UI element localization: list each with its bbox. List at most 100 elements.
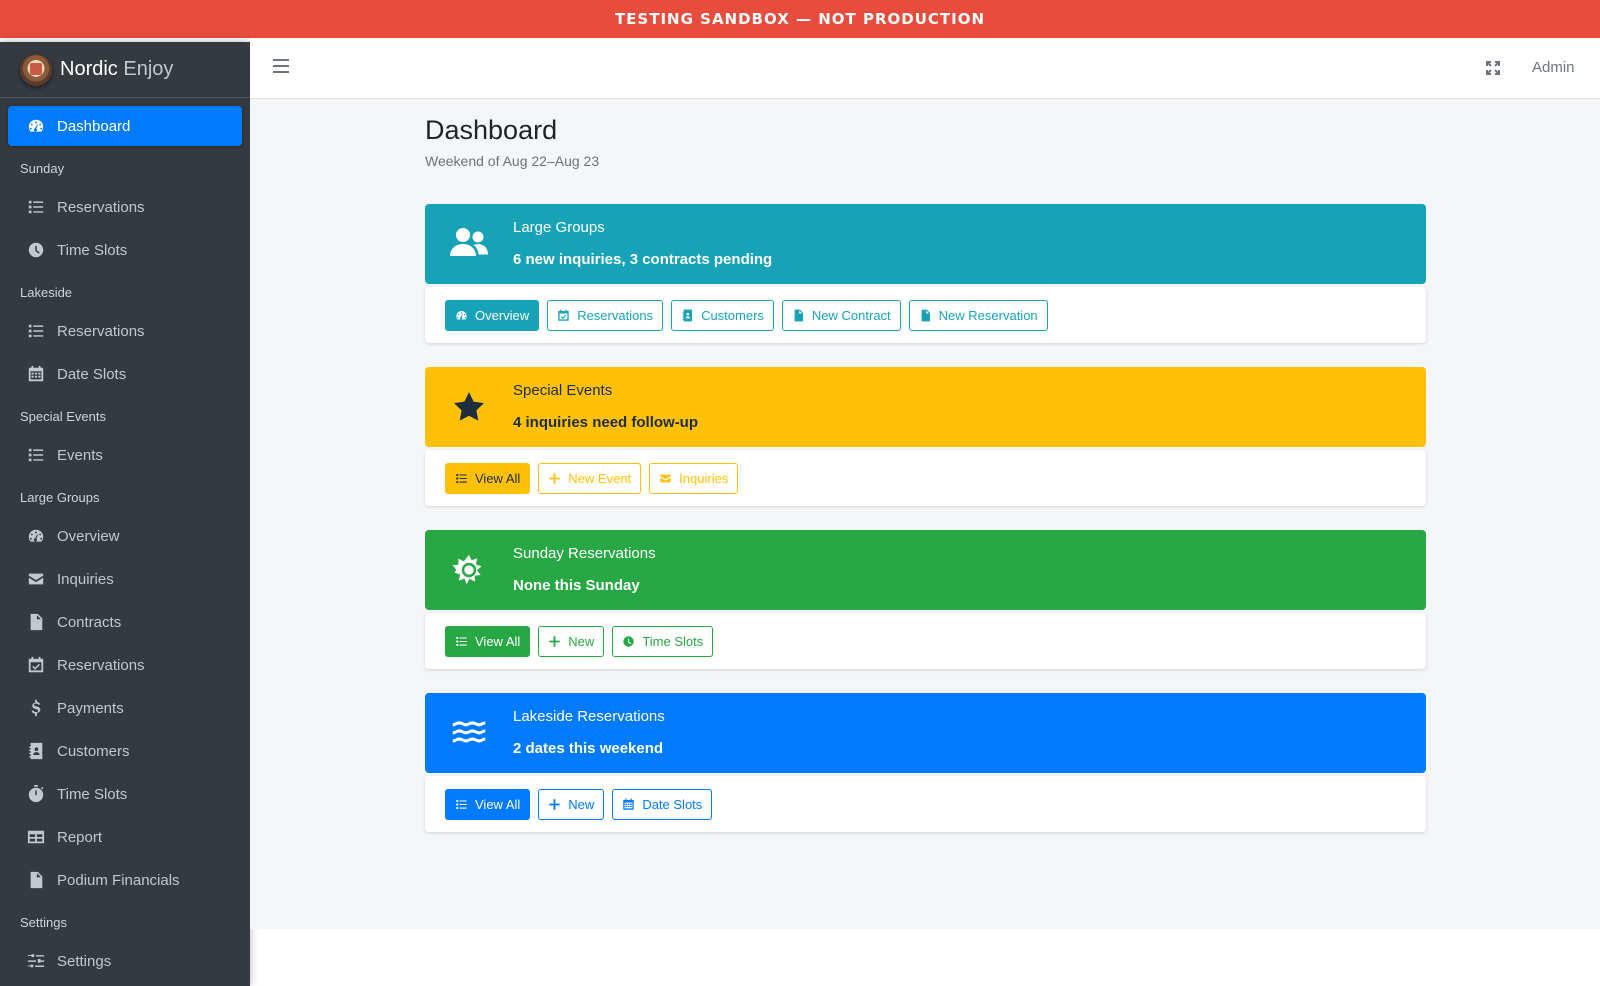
sidebar-item-sunday-time-slots[interactable]: Time Slots	[8, 230, 242, 270]
panel-title: Lakeside Reservations	[513, 708, 665, 725]
button-label: Reservations	[577, 307, 654, 323]
panel-header: Lakeside Reservations 2 dates this weeke…	[425, 693, 1426, 773]
panel-header: Special Events 4 inquiries need follow-u…	[425, 367, 1426, 447]
users-icon	[425, 224, 513, 264]
new-lakeside-button[interactable]: New	[538, 788, 605, 820]
special-events-panel: Special Events 4 inquiries need follow-u…	[425, 367, 1426, 506]
panel-actions: Overview Reservations Customers New Cont…	[425, 287, 1426, 343]
clock-icon	[26, 240, 46, 260]
plus-icon	[548, 635, 561, 648]
panel-actions: View All New Event Inquiries	[425, 450, 1426, 506]
sidebar-item-label: Inquiries	[57, 570, 114, 588]
brand-link[interactable]: Nordic Enjoy	[0, 42, 250, 98]
sidebar-item-reservations[interactable]: Reservations	[8, 645, 242, 685]
sidebar-item-sunday-reservations[interactable]: Reservations	[8, 187, 242, 227]
sidebar-header-special-events: Special Events	[20, 408, 106, 424]
sidebar-item-label: Overview	[57, 527, 120, 545]
view-all-events-button[interactable]: View All	[445, 462, 531, 494]
panel-actions: View All New Time Slots	[425, 613, 1426, 669]
button-label: New Event	[568, 470, 632, 486]
panel-title: Special Events	[513, 382, 613, 399]
star-icon	[425, 390, 513, 424]
button-label: Time Slots	[642, 633, 704, 649]
calendar-icon	[622, 798, 635, 811]
envelope-icon	[659, 472, 672, 485]
sidebar-item-customers[interactable]: Customers	[8, 731, 242, 771]
top-navbar: Admin	[250, 38, 1600, 99]
sidebar-nav: Dashboard Sunday Reservations Time Slots…	[0, 98, 250, 981]
sidebar-item-label: Reservations	[57, 656, 145, 674]
sidebar-item-label: Dashboard	[57, 117, 131, 135]
button-label: View All	[475, 796, 521, 812]
sidebar-header-sunday: Sunday	[20, 160, 65, 176]
file-icon	[919, 309, 932, 322]
date-slots-button[interactable]: Date Slots	[612, 788, 713, 820]
customers-button[interactable]: Customers	[671, 299, 774, 331]
overview-button[interactable]: Overview	[445, 299, 540, 331]
sunday-reservations-panel: Sunday Reservations None this Sunday Vie…	[425, 530, 1426, 669]
view-all-lakeside-button[interactable]: View All	[445, 788, 531, 820]
sun-icon	[425, 553, 513, 587]
sidebar-header-large-groups: Large Groups	[20, 489, 100, 505]
button-label: New Reservation	[938, 307, 1038, 323]
panel-actions: View All New Date Slots	[425, 776, 1426, 832]
new-sunday-button[interactable]: New	[538, 625, 605, 657]
page-title: Dashboard	[425, 115, 558, 145]
sidebar-item-payments[interactable]: Payments	[8, 688, 242, 728]
reservations-button[interactable]: Reservations	[547, 299, 664, 331]
new-contract-button[interactable]: New Contract	[781, 299, 901, 331]
contract-icon	[792, 309, 805, 322]
inquiries-button[interactable]: Inquiries	[649, 462, 739, 494]
panel-title: Large Groups	[513, 219, 605, 236]
dashboard-icon	[455, 309, 468, 322]
sidebar-item-label: Time Slots	[57, 241, 128, 259]
fullscreen-icon[interactable]	[1485, 60, 1501, 76]
new-reservation-button[interactable]: New Reservation	[908, 299, 1048, 331]
list-icon	[455, 635, 468, 648]
sidebar-item-lakeside-reservations[interactable]: Reservations	[8, 311, 242, 351]
main-content: Dashboard Weekend of Aug 22–Aug 23 Large…	[250, 99, 1600, 929]
sidebar-item-overview[interactable]: Overview	[8, 516, 242, 556]
sidebar-item-contracts[interactable]: Contracts	[8, 602, 242, 642]
sidebar-item-lakeside-date-slots[interactable]: Date Slots	[8, 354, 242, 394]
page-subtitle: Weekend of Aug 22–Aug 23	[425, 153, 600, 169]
sidebar-item-settings[interactable]: Settings	[8, 941, 242, 981]
sidebar-item-events[interactable]: Events	[8, 435, 242, 475]
sidebar-item-label: Time Slots	[57, 785, 128, 803]
sandbox-banner: TESTING SANDBOX — NOT PRODUCTION	[0, 0, 1600, 38]
button-label: View All	[475, 633, 521, 649]
list-icon	[455, 472, 468, 485]
button-label: New	[568, 796, 595, 812]
panel-header: Sunday Reservations None this Sunday	[425, 530, 1426, 610]
panel-detail: None this Sunday	[513, 577, 640, 594]
time-slots-button[interactable]: Time Slots	[612, 625, 714, 657]
plus-icon	[548, 472, 561, 485]
sidebar-item-report[interactable]: Report	[8, 817, 242, 857]
sidebar-item-label: Report	[57, 828, 103, 846]
button-label: Overview	[475, 307, 530, 323]
envelope-icon	[26, 569, 46, 589]
brand-name-bold: Nordic	[60, 58, 118, 80]
sidebar-item-time-slots[interactable]: Time Slots	[8, 774, 242, 814]
user-menu[interactable]: Admin	[1532, 59, 1575, 76]
invoice-icon	[26, 870, 46, 890]
address-book-icon	[681, 309, 694, 322]
sidebar-item-podium-financials[interactable]: Podium Financials	[8, 860, 242, 900]
sidebar-item-inquiries[interactable]: Inquiries	[8, 559, 242, 599]
dashboard-icon	[26, 116, 46, 136]
lakeside-reservations-panel: Lakeside Reservations 2 dates this weeke…	[425, 693, 1426, 832]
button-label: New Contract	[811, 307, 891, 323]
panel-detail: 2 dates this weekend	[513, 740, 664, 757]
sidebar-item-label: Reservations	[57, 198, 145, 216]
address-book-icon	[26, 741, 46, 761]
view-all-sunday-button[interactable]: View All	[445, 625, 531, 657]
menu-toggle-icon[interactable]	[273, 59, 289, 77]
button-label: View All	[475, 470, 521, 486]
sidebar-item-label: Settings	[57, 952, 112, 970]
table-icon	[26, 827, 46, 847]
new-event-button[interactable]: New Event	[538, 462, 642, 494]
list-icon	[26, 197, 46, 217]
brand-logo	[20, 53, 52, 86]
sidebar-item-dashboard[interactable]: Dashboard	[8, 106, 242, 146]
brand-name: Nordic Enjoy	[60, 58, 173, 81]
